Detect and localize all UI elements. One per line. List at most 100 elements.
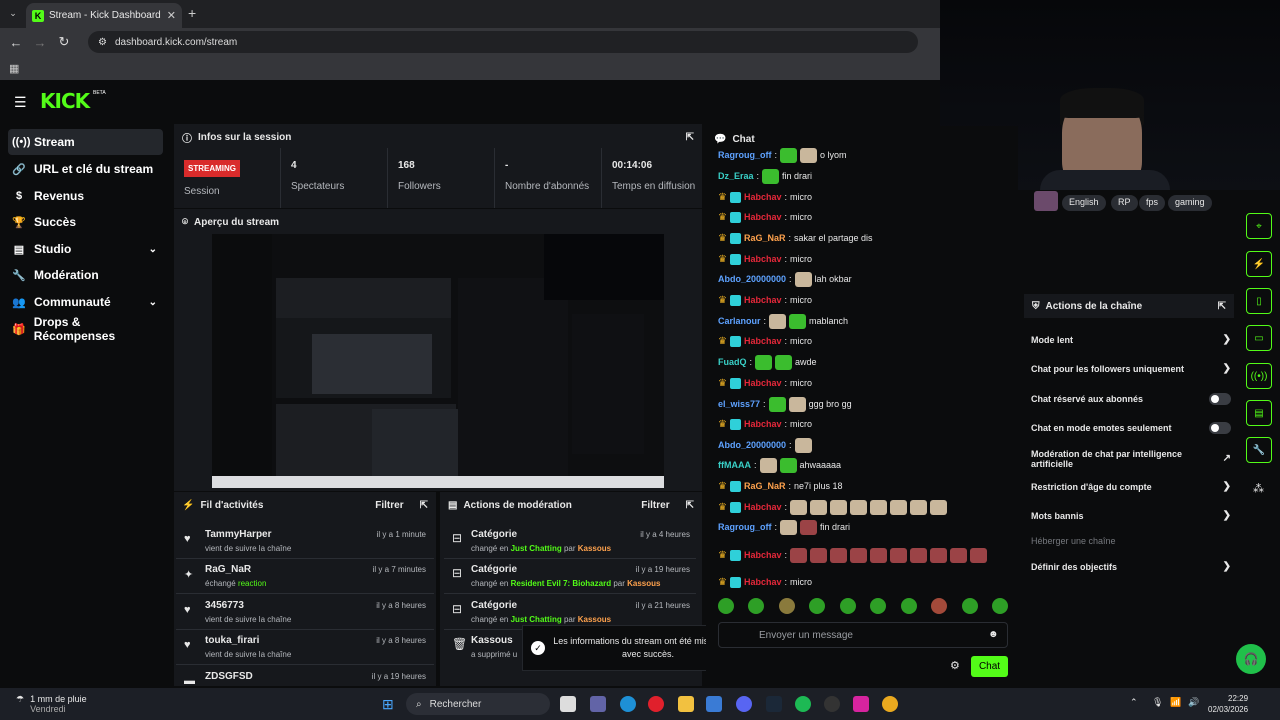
more-icon[interactable]: ⁂ bbox=[1253, 482, 1264, 495]
emote-icon[interactable] bbox=[961, 598, 978, 614]
emoji-icon[interactable]: ☻ bbox=[988, 629, 999, 640]
chat-message[interactable]: el_wiss77: ggg bro gg bbox=[718, 395, 852, 413]
forward-icon[interactable]: → bbox=[28, 35, 52, 50]
sidebar-item-url[interactable]: 🔗 URL et clé du stream bbox=[8, 156, 163, 182]
action-emotes-only[interactable]: Chat en mode emotes seulement bbox=[1031, 422, 1231, 434]
target-icon[interactable]: ⌖ bbox=[1246, 213, 1272, 239]
chat-username[interactable]: RaG_NaR bbox=[744, 233, 786, 243]
action-age-restriction[interactable]: Restriction d'âge du compte ❯ bbox=[1031, 481, 1231, 492]
spotify-icon[interactable] bbox=[795, 696, 811, 712]
mic-icon[interactable]: 🎙 bbox=[1152, 697, 1163, 708]
emote-icon[interactable] bbox=[778, 598, 795, 614]
action-set-goals[interactable]: Définir des objectifs ❯ bbox=[1031, 561, 1231, 572]
browser-tab[interactable]: K Stream - Kick Dashboard ✕ bbox=[26, 3, 182, 28]
support-icon[interactable]: 🎧 bbox=[1236, 644, 1266, 674]
chat-username[interactable]: Habchav bbox=[744, 295, 782, 305]
chat-username[interactable]: Habchav bbox=[744, 378, 782, 388]
moderation-item[interactable]: ⊟ Catégorie il y a 19 heures changé en Resi… bbox=[444, 558, 696, 594]
popout-icon[interactable]: ⇱ bbox=[420, 500, 428, 511]
apps-grid-icon[interactable]: ▦ bbox=[9, 62, 19, 75]
toggle-switch[interactable] bbox=[1209, 422, 1231, 434]
moderation-filter-button[interactable]: Filtrer bbox=[641, 500, 669, 511]
emote-icon[interactable] bbox=[718, 598, 734, 614]
chat-icon[interactable]: ▭ bbox=[1246, 325, 1272, 351]
action-ai-moderation[interactable]: Modération de chat par intelligence arti… bbox=[1031, 449, 1231, 469]
discord-icon[interactable] bbox=[736, 696, 752, 712]
chat-username[interactable]: Habchav bbox=[744, 212, 782, 222]
chat-username[interactable]: Habchav bbox=[744, 419, 782, 429]
toggle-switch[interactable] bbox=[1209, 393, 1231, 405]
reload-icon[interactable]: ↻ bbox=[52, 34, 76, 50]
chat-message[interactable]: Ragroug_off: o lyom bbox=[718, 146, 847, 164]
lightning-icon[interactable]: ⚡ bbox=[1246, 251, 1272, 277]
stream-preview-video[interactable] bbox=[212, 234, 664, 488]
chat-input[interactable]: Envoyer un message bbox=[718, 622, 1008, 648]
chat-message[interactable]: ♛ RaG_NaR: ne7i plus 18 bbox=[718, 477, 843, 495]
broadcast-icon[interactable]: ((•)) bbox=[1246, 363, 1272, 389]
tab-menu-icon[interactable]: ⌄ bbox=[6, 6, 20, 20]
popout-icon[interactable]: ⇱ bbox=[686, 132, 694, 143]
chat-message[interactable]: Abdo_20000000: lah okbar bbox=[718, 270, 852, 288]
windows-start-icon[interactable]: ⊞ bbox=[382, 696, 394, 713]
chat-message[interactable]: FuadQ: awde bbox=[718, 353, 817, 371]
url-field[interactable]: ⚙ dashboard.kick.com/stream bbox=[88, 31, 918, 53]
wrench-icon[interactable]: 🔧 bbox=[1246, 437, 1272, 463]
sidebar-item-studio[interactable]: ▤ Studio ⌄ bbox=[8, 236, 163, 262]
chat-message[interactable]: ♛ Habchav: bbox=[718, 540, 1003, 570]
stream-tag[interactable]: English bbox=[1062, 195, 1106, 211]
chat-username[interactable]: Ragroug_off bbox=[718, 150, 772, 160]
sidebar-item-revenus[interactable]: $ Revenus bbox=[8, 183, 163, 209]
action-slow-mode[interactable]: Mode lent ❯ bbox=[1031, 334, 1231, 345]
wifi-icon[interactable]: 📶 bbox=[1170, 697, 1181, 708]
tab-close-icon[interactable]: ✕ bbox=[167, 9, 176, 22]
chat-message[interactable]: ♛ Habchav: micro bbox=[718, 332, 812, 350]
chat-username[interactable]: Habchav bbox=[744, 336, 782, 346]
kick-logo[interactable]: KICK bbox=[40, 89, 90, 113]
stream-tag[interactable]: gaming bbox=[1168, 195, 1212, 211]
sidebar-item-succes[interactable]: 🏆 Succès bbox=[8, 209, 163, 235]
stream-tag[interactable]: RP bbox=[1111, 195, 1138, 211]
sidebar-item-communaute[interactable]: 👥 Communauté ⌄ bbox=[8, 289, 163, 315]
action-banned-words[interactable]: Mots bannis ❯ bbox=[1031, 510, 1231, 521]
back-icon[interactable]: ← bbox=[4, 35, 28, 50]
moderation-item[interactable]: ⊟ Catégorie il y a 4 heures changé en Just … bbox=[444, 523, 696, 559]
emote-icon[interactable] bbox=[900, 598, 917, 614]
chrome-icon[interactable] bbox=[882, 696, 898, 712]
steam-icon[interactable] bbox=[766, 696, 782, 712]
chat-send-button[interactable]: Chat bbox=[971, 656, 1008, 677]
chat-message[interactable]: ffMAAA: ahwaaaaa bbox=[718, 456, 841, 474]
chat-username[interactable]: el_wiss77 bbox=[718, 399, 760, 409]
chat-username[interactable]: RaG_NaR bbox=[744, 481, 786, 491]
taskbar-clock[interactable]: 22:29 02/03/2026 bbox=[1208, 693, 1248, 715]
chat-message[interactable]: ♛ Habchav: micro bbox=[718, 188, 812, 206]
chat-username[interactable]: Dz_Eraa bbox=[718, 171, 754, 181]
chat-username[interactable]: Habchav bbox=[744, 550, 782, 560]
menu-icon[interactable]: ☰ bbox=[14, 94, 27, 111]
obs-icon[interactable] bbox=[824, 696, 840, 712]
action-followers-only[interactable]: Chat pour les followers uniquement ❯ bbox=[1031, 363, 1231, 374]
chat-username[interactable]: FuadQ bbox=[718, 357, 747, 367]
edge-icon[interactable] bbox=[620, 696, 636, 712]
activity-item[interactable]: ✦ RaG_NaR il y a 7 minutes échangé reaction bbox=[176, 558, 434, 594]
notes-icon[interactable]: ▯ bbox=[1246, 288, 1272, 314]
instagram-icon[interactable] bbox=[853, 696, 869, 712]
chat-message[interactable]: ♛ Habchav: micro bbox=[718, 208, 812, 226]
stream-tag[interactable]: fps bbox=[1139, 195, 1166, 211]
popout-icon[interactable]: ⇱ bbox=[686, 500, 694, 511]
site-info-icon[interactable]: ⚙ bbox=[98, 37, 107, 48]
chat-message[interactable]: Abdo_20000000: bbox=[718, 436, 815, 454]
activity-item[interactable]: ♥ touka_firari il y a 8 heures vient de sui… bbox=[176, 629, 434, 665]
layout-icon[interactable]: ▤ bbox=[1246, 400, 1272, 426]
chat-username[interactable]: Habchav bbox=[744, 192, 782, 202]
activity-item[interactable]: ♥ 3456773 il y a 8 heures vient de suivre l… bbox=[176, 594, 434, 630]
teams-icon[interactable] bbox=[590, 696, 606, 712]
store-icon[interactable] bbox=[706, 696, 722, 712]
chat-username[interactable]: Abdo_20000000 bbox=[718, 440, 786, 450]
popout-icon[interactable]: ⇱ bbox=[1218, 301, 1226, 312]
emote-icon[interactable] bbox=[748, 598, 765, 614]
action-subscribers-only[interactable]: Chat réservé aux abonnés bbox=[1031, 393, 1231, 405]
chat-message[interactable]: Dz_Eraa: fin drari bbox=[718, 167, 812, 185]
sidebar-item-drops[interactable]: 🎁 Drops & Récompenses bbox=[8, 315, 163, 343]
emote-icon[interactable] bbox=[870, 598, 887, 614]
activity-filter-button[interactable]: Filtrer bbox=[375, 500, 403, 511]
